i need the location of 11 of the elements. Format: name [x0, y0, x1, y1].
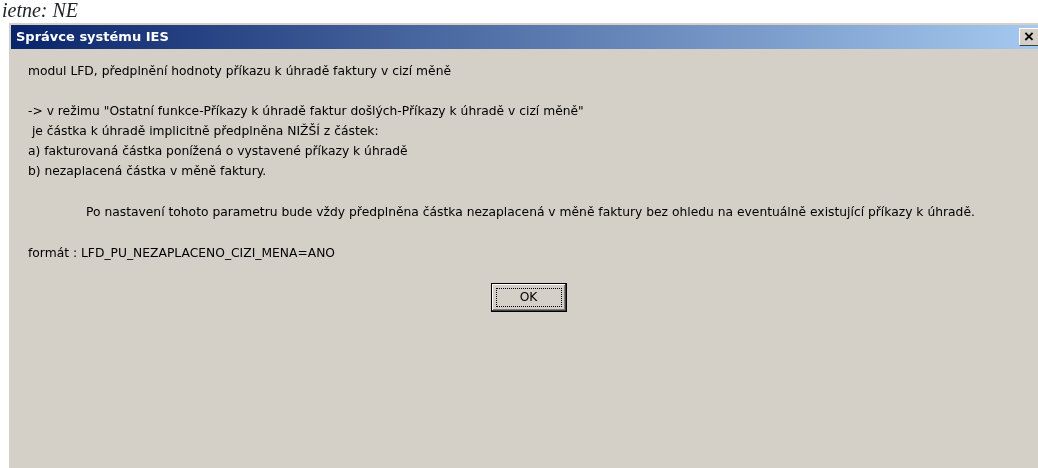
page-text-fragment: ietne: NE: [1, 0, 79, 20]
message-text: modul LFD, předplnění hodnoty příkazu k úhradě faktury v cizí měně: [28, 63, 452, 80]
close-button[interactable]: ×: [1019, 28, 1038, 46]
message-paragraph: Po nastavení tohoto parametru bude vždy předplněna částka nezaplacená v měně faktury bez ohledu na eventuálně existující příkazy k úhradě.: [85, 204, 976, 221]
ok-button[interactable]: OK: [490, 283, 567, 312]
message-text: -> v režimu "Ostatní funkce-Příkazy k úhradě faktur došlých-Příkazy k úhradě v cizí měně": [28, 103, 585, 120]
message-text: formát : LFD_PU_NEZAPLACENO_CIZI_MENA=ANO: [28, 245, 337, 262]
message-text: b) nezaplacená částka v měně faktury.: [28, 163, 268, 180]
window-title: Správce systému IES: [16, 28, 169, 47]
message-text: je částka k úhradě implicitně předplněna NIŽŠÍ z částek:: [30, 122, 380, 140]
message-text: a) fakturovaná částka ponížená o vystavené příkazy k úhradě: [28, 143, 409, 160]
